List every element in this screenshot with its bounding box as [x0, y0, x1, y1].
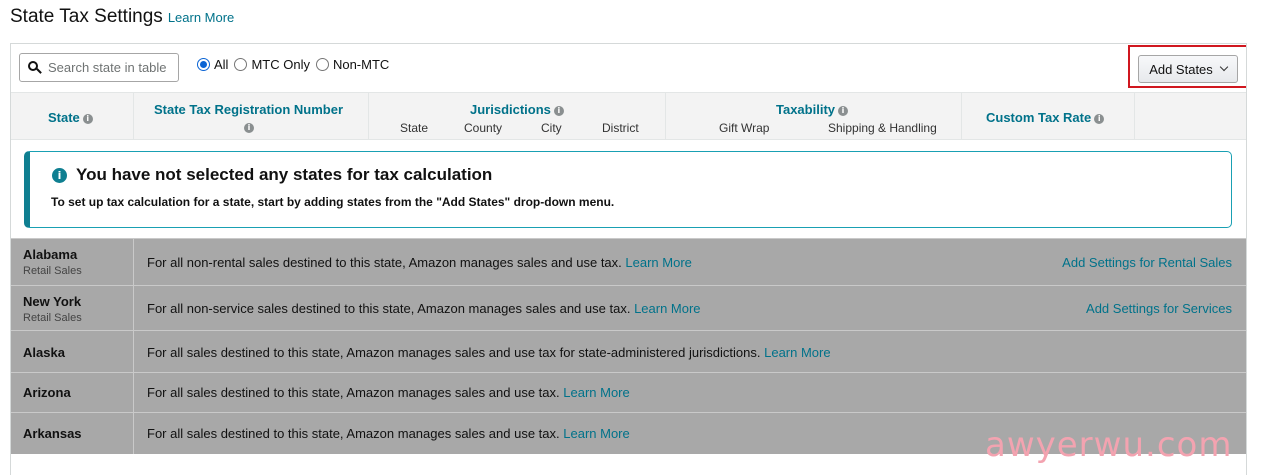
learn-more-link[interactable]: Learn More	[563, 385, 629, 400]
state-cell: New York Retail Sales	[11, 286, 134, 330]
state-name: Alaska	[23, 345, 65, 360]
column-jurisdictions-title: Jurisdictions	[470, 102, 551, 117]
search-box[interactable]	[19, 53, 179, 82]
learn-more-link[interactable]: Learn More	[168, 10, 234, 25]
info-icon[interactable]: i	[82, 113, 93, 124]
add-states-button[interactable]: Add States	[1138, 55, 1238, 83]
state-cell: Arkansas	[11, 413, 134, 454]
add-states-highlight: Add States	[1128, 45, 1246, 88]
sub-shipping-handling: Shipping & Handling	[828, 121, 937, 135]
table-header: State i State Tax Registration Number i J…	[11, 92, 1246, 140]
filter-label: MTC Only	[251, 57, 310, 72]
add-settings-services-link[interactable]: Add Settings for Services	[1086, 301, 1232, 316]
state-tax-panel: All MTC Only Non-MTC Add States Statei	[10, 43, 1247, 475]
toolbar: All MTC Only Non-MTC Add States	[11, 44, 1246, 92]
column-taxability-title: Taxability	[776, 102, 836, 117]
column-custom-tax-rate-title: Custom Tax Rate	[986, 110, 1092, 125]
chevron-down-icon	[1219, 62, 1229, 72]
learn-more-link[interactable]: Learn More	[634, 301, 700, 316]
column-state-title: State	[48, 110, 80, 125]
state-cell: Alaska	[11, 331, 134, 372]
info-icon[interactable]: i	[244, 123, 254, 133]
sub-gift-wrap: Gift Wrap	[719, 121, 770, 135]
state-name: Arkansas	[23, 426, 82, 441]
state-name: Alabama	[23, 247, 78, 262]
learn-more-link[interactable]: Learn More	[625, 255, 691, 270]
table-row: Alabama Retail Sales For all non-rental …	[11, 238, 1246, 285]
row-description: For all non-service sales destined to th…	[147, 301, 631, 316]
radio-button-checked[interactable]	[197, 58, 210, 71]
filter-all[interactable]: All	[197, 57, 228, 72]
info-icon: i	[52, 167, 67, 183]
column-registration-title: State Tax Registration Number	[154, 102, 344, 117]
table-row: Arizona For all sales destined to this s…	[11, 372, 1246, 412]
filter-radio-group: All MTC Only Non-MTC	[197, 57, 395, 72]
row-description: For all sales destined to this state, Am…	[147, 385, 560, 400]
info-icon[interactable]: i	[553, 105, 564, 116]
filter-label: Non-MTC	[332, 57, 390, 72]
info-alert: i You have not selected any states for t…	[24, 151, 1232, 228]
column-jurisdictions[interactable]: Jurisdictions i State County City Distric…	[369, 93, 666, 140]
filter-label: All	[214, 57, 229, 72]
search-input[interactable]	[48, 60, 173, 75]
column-taxability[interactable]: Taxability i Gift Wrap Shipping & Handlin…	[666, 93, 962, 140]
filter-non-mtc[interactable]: Non-MTC	[315, 57, 390, 72]
page-header: State Tax Settings Learn More	[10, 6, 234, 32]
info-icon[interactable]: i	[1094, 113, 1105, 124]
column-state[interactable]: State i	[11, 93, 134, 140]
state-name: Arizona	[23, 385, 71, 400]
sub-city: City	[541, 121, 562, 135]
column-custom-tax-rate[interactable]: Custom Tax Rate i	[962, 93, 1135, 140]
radio-button[interactable]	[315, 58, 329, 71]
add-states-label: Add States	[1149, 61, 1213, 77]
state-cell: Arizona	[11, 373, 134, 412]
alert-title: You have not selected any states for tax…	[76, 165, 493, 184]
state-subtitle: Retail Sales	[23, 265, 82, 277]
sub-state: State	[400, 121, 429, 135]
row-description: For all sales destined to this state, Am…	[147, 345, 761, 360]
learn-more-link[interactable]: Learn More	[764, 345, 830, 360]
radio-button[interactable]	[234, 58, 248, 71]
state-cell: Alabama Retail Sales	[11, 239, 134, 285]
alert-text: To set up tax calculation for a state, s…	[51, 195, 615, 209]
watermark: awyerwu.com	[985, 425, 1233, 465]
state-rows: Alabama Retail Sales For all non-rental …	[11, 238, 1246, 454]
row-description: For all sales destined to this state, Am…	[147, 426, 560, 441]
row-description: For all non-rental sales destined to thi…	[147, 255, 622, 270]
table-row: Alaska For all sales destined to this st…	[11, 330, 1246, 372]
sub-district: District	[602, 121, 639, 135]
column-registration[interactable]: State Tax Registration Number i	[134, 93, 369, 140]
search-icon	[28, 60, 42, 75]
sub-county: County	[464, 121, 503, 135]
table-row: New York Retail Sales For all non-servic…	[11, 285, 1246, 330]
add-settings-rental-link[interactable]: Add Settings for Rental Sales	[1062, 255, 1232, 270]
page-title: State Tax Settings	[10, 6, 163, 27]
filter-mtc-only[interactable]: MTC Only	[234, 57, 310, 72]
state-name: New York	[23, 294, 82, 309]
learn-more-link[interactable]: Learn More	[563, 426, 629, 441]
info-icon[interactable]: i	[838, 105, 849, 116]
state-subtitle: Retail Sales	[23, 312, 82, 324]
